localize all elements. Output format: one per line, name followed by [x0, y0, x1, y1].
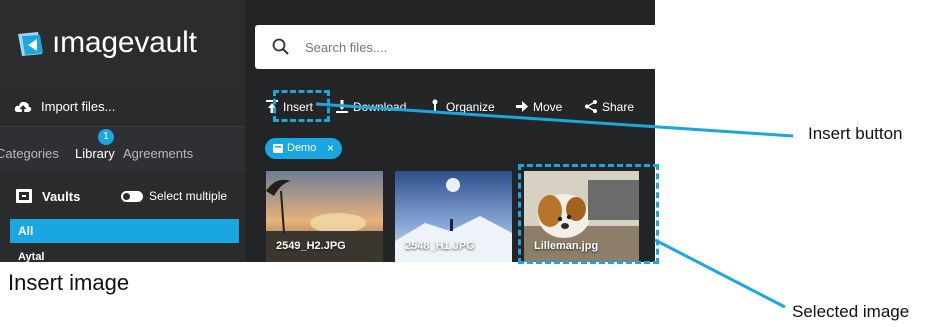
- move-label: Move: [533, 100, 563, 114]
- sidebar-item-label: All: [18, 224, 34, 238]
- image-thumbnail[interactable]: 2548_H1.JPG: [395, 171, 512, 262]
- insert-button-highlight: [273, 90, 330, 122]
- search-input[interactable]: [305, 37, 635, 57]
- download-label: Download: [353, 100, 407, 114]
- select-multiple-toggle[interactable]: [121, 191, 143, 202]
- share-label: Share: [602, 100, 635, 114]
- close-icon[interactable]: ×: [327, 141, 334, 155]
- organize-label: Organize: [446, 100, 495, 114]
- image-filename: 2549_H2.JPG: [276, 240, 346, 252]
- import-files-button[interactable]: Import files...: [0, 87, 245, 127]
- library-count-badge: 1: [98, 129, 114, 145]
- image-filename: 2548_H1.JPG: [405, 240, 475, 252]
- share-icon: [585, 100, 597, 113]
- tab-library[interactable]: Library: [75, 146, 115, 161]
- vault-icon: [16, 189, 32, 203]
- download-icon: [336, 100, 348, 113]
- filter-chip-label: Demo: [287, 142, 317, 154]
- selected-image-highlight: [518, 164, 659, 264]
- select-multiple-label: Select multiple: [149, 189, 228, 203]
- import-files-label: Import files...: [41, 99, 116, 114]
- sidebar-tabs: Categories Library 1 Agreements: [0, 127, 245, 171]
- cloud-upload-icon: [14, 101, 32, 112]
- figure-caption: Insert image: [8, 270, 130, 295]
- filter-chip-demo[interactable]: Demo ×: [265, 138, 342, 159]
- sidebar: Import files... Categories Library 1 Agr…: [0, 87, 245, 262]
- arrow-right-icon: [516, 101, 528, 112]
- search-box[interactable]: [255, 25, 655, 69]
- logo-area: ımagevault: [0, 0, 245, 87]
- image-thumbnail[interactable]: 2549_H2.JPG: [266, 171, 383, 262]
- organize-icon: [430, 99, 440, 113]
- vaults-label: Vaults: [42, 189, 81, 204]
- sidebar-item-aytal[interactable]: Aytal: [18, 251, 45, 262]
- imagevault-logo-icon: [18, 32, 43, 56]
- tab-categories[interactable]: Categories: [0, 146, 59, 161]
- sidebar-item-all[interactable]: All: [10, 219, 239, 243]
- insert-button-callout-label: Insert button: [808, 124, 903, 143]
- logo-text: ımagevault: [52, 26, 197, 59]
- search-icon: [272, 38, 289, 55]
- tag-icon: [273, 144, 283, 153]
- vaults-row: Vaults Select multiple: [0, 181, 245, 211]
- selected-image-callout-label: Selected image: [792, 302, 910, 321]
- tab-agreements[interactable]: Agreements: [123, 146, 193, 161]
